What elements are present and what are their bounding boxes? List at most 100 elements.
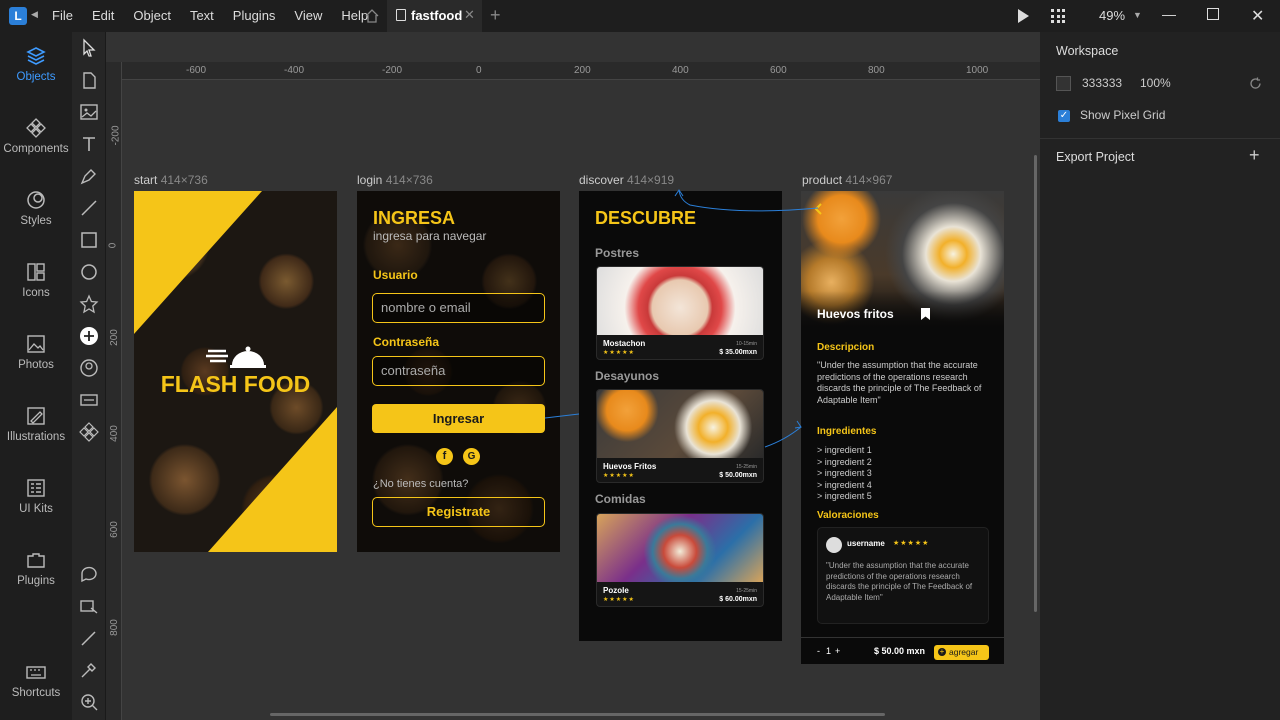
app-logo[interactable]: L <box>9 7 27 25</box>
menu-plugins[interactable]: Plugins <box>233 8 276 23</box>
workspace-color-swatch[interactable] <box>1056 76 1071 91</box>
pixel-grid-label: Show Pixel Grid <box>1080 108 1166 122</box>
artboard-label-login[interactable]: login 414×736 <box>357 173 433 187</box>
back-arrow-icon[interactable] <box>812 202 826 216</box>
menu-file[interactable]: File <box>52 8 73 23</box>
pixel-grid-checkbox[interactable]: ✓ <box>1058 110 1070 122</box>
ellipse-icon[interactable] <box>79 262 99 282</box>
chevron-left-icon[interactable]: ◀ <box>31 9 38 20</box>
line-icon[interactable] <box>79 198 99 218</box>
sidebar-label: Photos <box>18 359 54 371</box>
document-tab[interactable]: fastfood ✕ <box>387 0 482 32</box>
sidebar-item-photos[interactable]: Photos <box>0 334 72 371</box>
sidebar-item-icons[interactable]: Icons <box>0 262 72 299</box>
ruler-label: -200 <box>382 65 403 76</box>
artboard-start[interactable]: FLASH FOOD <box>134 191 337 552</box>
food-card[interactable]: Huevos Fritos ★★★★★ 15-25min $ 50.00mxn <box>596 389 764 483</box>
register-button[interactable]: Registrate <box>372 497 545 527</box>
frame-icon[interactable] <box>79 390 99 410</box>
workspace-opacity[interactable]: 100% <box>1140 76 1171 90</box>
sidebar-label: Objects <box>16 71 56 83</box>
sidebar-item-plugins[interactable]: Plugins <box>0 550 72 587</box>
vertical-scrollbar[interactable] <box>1034 155 1037 612</box>
text-tool-icon[interactable] <box>79 134 99 154</box>
menu-text[interactable]: Text <box>190 8 214 23</box>
prep-time: 10-15min <box>736 341 757 347</box>
ruler-label: 600 <box>770 65 787 76</box>
home-icon[interactable] <box>364 8 380 24</box>
sidebar-item-shortcuts[interactable]: Shortcuts <box>0 662 72 699</box>
artboard-label-discover[interactable]: discover 414×919 <box>579 173 674 187</box>
sidebar-label: UI Kits <box>19 503 53 515</box>
menu-view[interactable]: View <box>294 8 322 23</box>
artboard-product[interactable]: Huevos fritos Descripcion "Under the ass… <box>801 191 1004 664</box>
user-input[interactable]: nombre o email <box>372 293 545 323</box>
artboard-icon[interactable] <box>79 70 99 90</box>
components-tool-icon[interactable] <box>79 422 99 442</box>
new-tab-icon[interactable]: + <box>490 5 501 26</box>
ruler-label: 400 <box>108 425 120 442</box>
section-title: Desayunos <box>595 369 660 383</box>
close-window-icon[interactable]: ✕ <box>1251 6 1264 26</box>
sidebar-item-ui-kits[interactable]: UI Kits <box>0 478 72 515</box>
food-card[interactable]: Pozole ★★★★★ 15-25min $ 60.00mxn <box>596 513 764 607</box>
section-title: Comidas <box>595 492 646 506</box>
rating-stars: ★★★★★ <box>603 473 635 479</box>
artboard-login[interactable]: INGRESA ingresa para navegar Usuario nom… <box>357 191 560 552</box>
bookmark-icon[interactable] <box>921 308 930 320</box>
add-icon[interactable] <box>79 326 99 346</box>
sidebar-label: Illustrations <box>6 431 66 443</box>
comment-icon[interactable] <box>79 564 99 584</box>
pen-icon[interactable] <box>79 166 99 186</box>
workspace-color-value[interactable]: 333333 <box>1082 76 1122 90</box>
sidebar-item-objects[interactable]: Objects <box>0 46 72 83</box>
star-icon[interactable] <box>79 294 99 314</box>
qty-minus-button[interactable]: - <box>817 646 820 656</box>
chevron-down-icon[interactable]: ▼ <box>1133 10 1142 20</box>
sidebar-item-components[interactable]: Components <box>0 118 72 155</box>
keyboard-icon <box>26 666 46 679</box>
sidebar-item-illustrations[interactable]: Illustrations <box>0 406 72 443</box>
play-icon[interactable] <box>1018 9 1029 23</box>
food-image <box>597 267 763 335</box>
qty-plus-button[interactable]: + <box>835 646 840 656</box>
menu-object[interactable]: Object <box>133 8 171 23</box>
rectangle-icon[interactable] <box>79 230 99 250</box>
grid-menu-icon[interactable] <box>1051 9 1065 23</box>
google-icon[interactable]: G <box>463 448 480 465</box>
ingredient-item: > ingredient 2 <box>817 456 872 467</box>
password-input[interactable]: contraseña <box>372 356 545 386</box>
qty-value: 1 <box>826 646 832 656</box>
eyedropper-icon[interactable] <box>79 660 99 680</box>
reset-icon[interactable] <box>1249 77 1262 90</box>
discover-title: DESCUBRE <box>595 208 697 228</box>
menu-edit[interactable]: Edit <box>92 8 114 23</box>
image-icon[interactable] <box>79 102 99 122</box>
brush-icon[interactable] <box>79 628 99 648</box>
zoom-icon[interactable] <box>79 692 99 712</box>
ruler-label: 0 <box>107 242 119 249</box>
artboard-label-product[interactable]: product 414×967 <box>802 173 892 187</box>
rating-stars: ★★★★★ <box>603 350 635 356</box>
food-image <box>597 390 763 458</box>
user-icon[interactable] <box>79 358 99 378</box>
zoom-level[interactable]: 49% <box>1099 8 1125 23</box>
food-price: $ 50.00mxn <box>719 472 757 479</box>
restore-icon[interactable] <box>1207 8 1219 20</box>
add-to-cart-button[interactable]: + agregar <box>934 645 989 660</box>
sidebar-item-styles[interactable]: Styles <box>0 190 72 227</box>
add-export-icon[interactable]: + <box>1249 145 1260 166</box>
close-tab-icon[interactable]: ✕ <box>464 7 475 23</box>
description-title: Descripcion <box>817 342 875 353</box>
login-button[interactable]: Ingresar <box>372 404 545 433</box>
select-arrow-icon[interactable] <box>79 38 99 58</box>
minimize-icon[interactable]: — <box>1162 6 1176 22</box>
artboard-discover[interactable]: DESCUBRE Postres Mostachon ★★★★★ 10-15mi… <box>579 191 782 641</box>
horizontal-scrollbar[interactable] <box>270 713 885 716</box>
no-account-text: ¿No tienes cuenta? <box>373 478 469 490</box>
hotspot-icon[interactable] <box>79 596 99 616</box>
reviews-title: Valoraciones <box>817 510 879 521</box>
artboard-label-start[interactable]: start 414×736 <box>134 173 208 187</box>
food-card[interactable]: Mostachon ★★★★★ 10-15min $ 35.00mxn <box>596 266 764 360</box>
facebook-icon[interactable]: f <box>436 448 453 465</box>
